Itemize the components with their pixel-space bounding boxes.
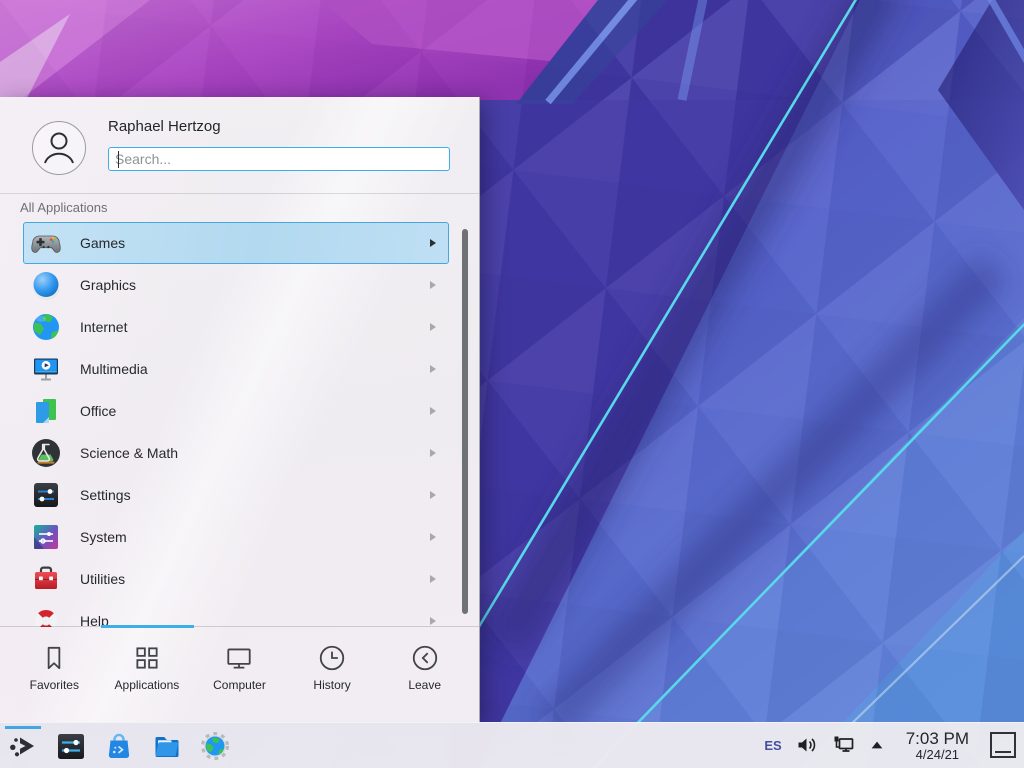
computer-icon (224, 643, 254, 673)
submenu-arrow-icon (430, 449, 436, 457)
submenu-arrow-icon (430, 281, 436, 289)
leave-circle-icon (410, 643, 440, 673)
sliders-dark-icon (30, 479, 62, 511)
category-label: Graphics (80, 277, 136, 293)
category-item-multimedia[interactable]: Multimedia (23, 348, 449, 390)
active-tab-indicator (101, 625, 194, 628)
file-manager-button[interactable] (150, 726, 184, 766)
category-label: Internet (80, 319, 127, 335)
submenu-arrow-icon (430, 617, 436, 625)
volume-icon[interactable] (795, 733, 819, 757)
submenu-arrow-icon (430, 239, 436, 247)
submenu-arrow-icon (430, 533, 436, 541)
application-launcher-button[interactable] (6, 726, 40, 766)
flask-icon (30, 437, 62, 469)
sphere-icon (30, 269, 62, 301)
history-clock-icon (317, 643, 347, 673)
category-item-settings[interactable]: Settings (23, 474, 449, 516)
user-name: Raphael Hertzog (108, 118, 221, 135)
taskbar-panel: ES 7:03 PM 4/24/21 (0, 722, 1024, 768)
system-settings-button[interactable] (54, 726, 88, 766)
show-desktop-button[interactable] (990, 732, 1016, 758)
clock-time: 7:03 PM (906, 730, 969, 748)
system-tray: ES 7:03 PM 4/24/21 (764, 730, 1018, 761)
monitor-play-icon (30, 353, 62, 385)
globe-icon (30, 311, 62, 343)
category-label: System (80, 529, 127, 545)
keyboard-layout-indicator[interactable]: ES (764, 738, 781, 753)
search-input[interactable] (108, 147, 450, 171)
bookmark-icon (39, 643, 69, 673)
launcher-tab-bar: Favorites Applications (0, 626, 479, 722)
active-launcher-indicator (5, 726, 41, 729)
grid-icon (132, 643, 162, 673)
category-item-utilities[interactable]: Utilities (23, 558, 449, 600)
category-item-internet[interactable]: Internet (23, 306, 449, 348)
category-label: Settings (80, 487, 131, 503)
category-list: Games Graphics (0, 222, 479, 627)
category-item-graphics[interactable]: Graphics (23, 264, 449, 306)
category-label: Office (80, 403, 116, 419)
tab-label: Leave (408, 678, 441, 692)
category-item-games[interactable]: Games (23, 222, 449, 264)
kde-launcher-icon (7, 730, 39, 762)
category-item-office[interactable]: Office (23, 390, 449, 432)
tab-label: History (313, 678, 350, 692)
section-label: All Applications (20, 200, 107, 215)
submenu-arrow-icon (430, 491, 436, 499)
clock-date: 4/24/21 (906, 748, 969, 762)
tab-history[interactable]: History (286, 627, 379, 722)
category-item-science-math[interactable]: Science & Math (23, 432, 449, 474)
tab-label: Favorites (30, 678, 79, 692)
submenu-arrow-icon (430, 407, 436, 415)
list-scrollbar[interactable] (462, 229, 468, 614)
dolphin-folder-icon (151, 730, 183, 762)
tab-leave[interactable]: Leave (378, 627, 471, 722)
tab-favorites[interactable]: Favorites (8, 627, 101, 722)
person-icon (33, 122, 85, 174)
submenu-arrow-icon (430, 365, 436, 373)
gamepad-icon (30, 227, 62, 259)
category-label: Games (80, 235, 125, 251)
submenu-arrow-icon (430, 575, 436, 583)
wired-network-icon[interactable] (832, 733, 856, 757)
category-label: Multimedia (80, 361, 148, 377)
konqueror-globe-gear-icon (199, 730, 231, 762)
digital-clock[interactable]: 7:03 PM 4/24/21 (906, 730, 969, 761)
category-item-system[interactable]: System (23, 516, 449, 558)
expand-tray-arrow-icon[interactable] (869, 737, 885, 753)
discover-button[interactable] (102, 726, 136, 766)
tab-applications[interactable]: Applications (101, 627, 194, 722)
application-launcher-menu: Raphael Hertzog All Applications (0, 97, 480, 722)
category-label: Utilities (80, 571, 125, 587)
header-divider (0, 193, 479, 194)
desktop: Raphael Hertzog All Applications (0, 0, 1024, 768)
system-settings-icon (55, 730, 87, 762)
taskbar-apps (6, 726, 232, 766)
user-avatar[interactable] (32, 121, 86, 175)
submenu-arrow-icon (430, 323, 436, 331)
lifebuoy-icon (30, 605, 62, 627)
sliders-gradient-icon (30, 521, 62, 553)
toolbox-icon (30, 563, 62, 595)
tab-label: Computer (213, 678, 266, 692)
documents-icon (30, 395, 62, 427)
category-label: Science & Math (80, 445, 178, 461)
tab-computer[interactable]: Computer (193, 627, 286, 722)
web-browser-button[interactable] (198, 726, 232, 766)
category-item-help[interactable]: Help (23, 600, 449, 627)
tab-label: Applications (115, 678, 180, 692)
discover-bag-icon (103, 730, 135, 762)
